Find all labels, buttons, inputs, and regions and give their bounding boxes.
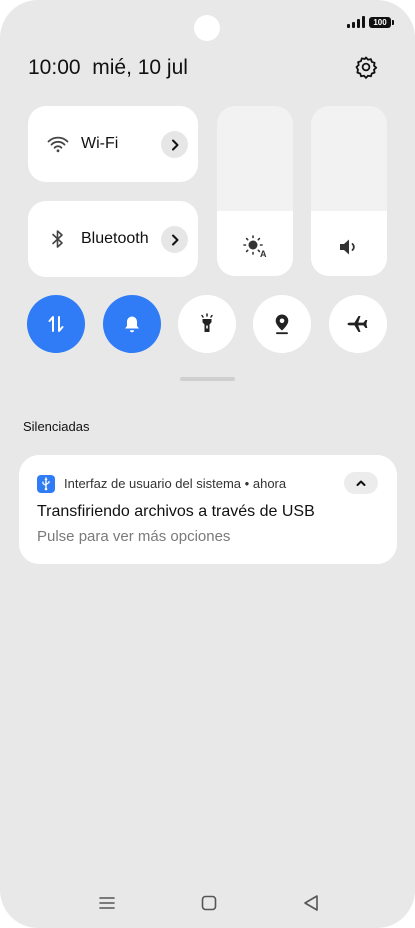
notification-body: Pulse para ver más opciones	[37, 528, 231, 545]
bell-icon	[125, 316, 139, 333]
home-button[interactable]	[199, 893, 219, 913]
bluetooth-details-button[interactable]	[161, 226, 188, 253]
notification-time: ahora	[252, 476, 287, 491]
bluetooth-label: Bluetooth	[81, 230, 149, 247]
status-bar: 100	[347, 16, 394, 28]
wifi-tile[interactable]: Wi-Fi	[28, 106, 198, 182]
section-header-silenced: Silenciadas	[23, 419, 90, 434]
auto-brightness-icon: A	[217, 234, 293, 258]
chevron-right-icon	[171, 139, 178, 150]
battery-level: 100	[373, 17, 387, 27]
svg-text:A: A	[260, 249, 267, 258]
menu-icon	[99, 897, 115, 909]
wifi-icon	[46, 132, 70, 156]
settings-button[interactable]	[352, 53, 380, 81]
back-icon	[304, 895, 318, 911]
wifi-label: Wi-Fi	[81, 135, 119, 152]
brightness-slider[interactable]: A	[217, 106, 293, 276]
notification-app-name: Interfaz de usuario del sistema	[64, 476, 242, 491]
usb-notification[interactable]: Interfaz de usuario del sistema • ahora …	[19, 455, 397, 564]
location-icon	[275, 314, 289, 335]
front-camera	[194, 15, 220, 41]
volume-icon	[311, 236, 387, 258]
bluetooth-icon	[46, 227, 70, 251]
phone-screen: 100 10:00 mié, 10 jul Wi-Fi Bluetooth A …	[0, 0, 415, 928]
location-toggle[interactable]	[253, 295, 311, 353]
mobile-data-toggle[interactable]	[27, 295, 85, 353]
volume-slider[interactable]	[311, 106, 387, 276]
sound-toggle[interactable]	[103, 295, 161, 353]
clock-date: 10:00 mié, 10 jul	[28, 56, 188, 80]
battery-icon: 100	[369, 16, 394, 28]
panel-drag-handle[interactable]	[180, 377, 235, 381]
usb-icon	[37, 475, 55, 493]
signal-icon	[347, 16, 365, 28]
clock: 10:00	[28, 56, 81, 79]
notification-separator: •	[244, 476, 250, 491]
flashlight-icon	[201, 313, 213, 332]
flashlight-toggle[interactable]	[178, 295, 236, 353]
airplane-icon	[347, 316, 368, 332]
mobile-data-icon	[48, 316, 64, 332]
notification-header: Interfaz de usuario del sistema • ahora	[64, 476, 286, 491]
notification-title: Transfiriendo archivos a través de USB	[37, 503, 315, 520]
chevron-right-icon	[171, 234, 178, 245]
bluetooth-tile[interactable]: Bluetooth	[28, 201, 198, 277]
gear-icon	[355, 56, 378, 79]
home-icon	[201, 895, 217, 911]
airplane-mode-toggle[interactable]	[329, 295, 387, 353]
recent-apps-button[interactable]	[97, 893, 117, 913]
notification-collapse-button[interactable]	[344, 472, 378, 494]
chevron-up-icon	[356, 480, 366, 486]
back-button[interactable]	[301, 893, 321, 913]
wifi-details-button[interactable]	[161, 131, 188, 158]
date: mié, 10 jul	[92, 56, 188, 79]
